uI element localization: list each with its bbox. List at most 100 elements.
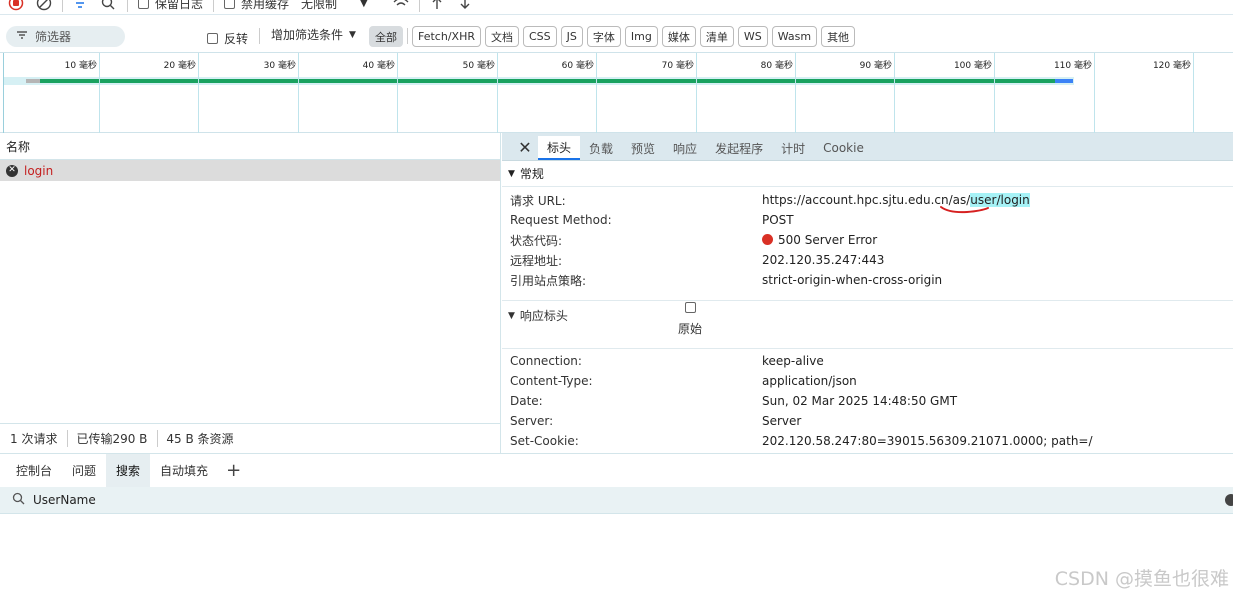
chevron-down-icon[interactable]: ▼ bbox=[360, 0, 368, 14]
response-headers-toggle[interactable]: ▼ 响应标头 bbox=[508, 307, 568, 324]
network-conditions-icon[interactable] bbox=[392, 0, 410, 14]
type-filter-other[interactable]: 其他 bbox=[821, 26, 856, 47]
request-details: ✕ 标头 负载 预览 响应 发起程序 计时 Cookie ▼ 常规 请求 URL… bbox=[502, 133, 1233, 453]
tab-cookies[interactable]: Cookie bbox=[814, 136, 873, 160]
request-method: POST bbox=[762, 213, 794, 227]
search-icon bbox=[12, 492, 25, 508]
clear-search-icon[interactable] bbox=[1225, 494, 1233, 506]
tab-initiator[interactable]: 发起程序 bbox=[706, 136, 772, 160]
tab-timing[interactable]: 计时 bbox=[772, 136, 814, 160]
search-bar: UserName bbox=[0, 487, 1233, 514]
filter-toggle-icon[interactable] bbox=[72, 0, 88, 14]
transferred-size: 已传输290 B bbox=[76, 430, 159, 447]
timeline-tick: 120 毫秒 bbox=[1152, 61, 1191, 71]
record-stop-icon[interactable] bbox=[8, 0, 24, 14]
timeline-tick: 90 毫秒 bbox=[859, 61, 892, 71]
tab-console[interactable]: 控制台 bbox=[6, 454, 62, 488]
timeline-tick: 100 毫秒 bbox=[953, 61, 992, 71]
timeline-tick: 70 毫秒 bbox=[661, 61, 694, 71]
request-list: 名称 ✕ login 1 次请求 已传输290 B 45 B 条资源 bbox=[0, 133, 501, 453]
header-row: Content-Type: application/json bbox=[510, 374, 857, 388]
tab-search[interactable]: 搜索 bbox=[106, 453, 151, 488]
header-row: Connection: keep-alive bbox=[510, 354, 824, 368]
timeline-tick: 110 毫秒 bbox=[1053, 61, 1092, 71]
general-section: 请求 URL: https://account.hpc.sjtu.edu.cn/… bbox=[502, 187, 1233, 301]
disable-cache-checkbox[interactable]: 禁用缓存 bbox=[224, 0, 289, 14]
search-icon[interactable] bbox=[100, 0, 116, 14]
request-row-login[interactable]: ✕ login bbox=[0, 160, 500, 181]
type-filter-fetch-xhr[interactable]: Fetch/XHR bbox=[412, 26, 481, 47]
type-filter-font[interactable]: 字体 bbox=[586, 26, 621, 47]
timeline-tick: 80 毫秒 bbox=[760, 61, 793, 71]
type-filter-doc[interactable]: 文档 bbox=[484, 26, 519, 47]
general-section-header[interactable]: ▼ 常规 bbox=[502, 161, 1233, 187]
throttle-select[interactable]: 无限制 bbox=[301, 0, 337, 14]
tab-payload[interactable]: 负载 bbox=[580, 136, 622, 160]
timeline-overview[interactable]: 10 毫秒 20 毫秒 30 毫秒 40 毫秒 50 毫秒 60 毫秒 70 毫… bbox=[0, 52, 1233, 133]
tab-preview[interactable]: 预览 bbox=[622, 136, 664, 160]
filter-icon bbox=[16, 29, 28, 44]
close-icon[interactable]: ✕ bbox=[512, 134, 538, 160]
type-filter-media[interactable]: 媒体 bbox=[661, 26, 696, 47]
referrer-policy: strict-origin-when-cross-origin bbox=[762, 273, 943, 287]
preserve-log-checkbox[interactable]: 保留日志 bbox=[138, 0, 203, 14]
tab-issues[interactable]: 问题 bbox=[62, 454, 106, 488]
network-summary: 1 次请求 已传输290 B 45 B 条资源 bbox=[0, 423, 500, 453]
filter-bar: 筛选器 反转 增加筛选条件 ▼ 全部 Fetch/XHR 文档 CSS JS 字… bbox=[0, 22, 1233, 50]
timeline-waiting-bar bbox=[26, 79, 40, 83]
filter-input[interactable]: 筛选器 bbox=[6, 26, 125, 47]
clear-icon[interactable] bbox=[36, 0, 52, 14]
timeline-tick: 60 毫秒 bbox=[561, 61, 594, 71]
filter-placeholder: 筛选器 bbox=[35, 30, 72, 44]
export-har-icon[interactable] bbox=[458, 0, 472, 14]
tab-headers[interactable]: 标头 bbox=[538, 136, 581, 160]
request-name: login bbox=[24, 163, 54, 178]
chevron-down-icon: ▼ bbox=[349, 29, 356, 40]
drawer-tabs: 控制台 问题 搜索 自动填充 + bbox=[0, 453, 1233, 488]
type-filter-manifest[interactable]: 清单 bbox=[699, 26, 734, 47]
header-row: Server: Server bbox=[510, 414, 802, 428]
add-tab-icon[interactable]: + bbox=[218, 460, 249, 481]
type-filter-css[interactable]: CSS bbox=[522, 26, 557, 47]
timeline-tick: 30 毫秒 bbox=[263, 61, 296, 71]
timeline-tick: 10 毫秒 bbox=[64, 61, 97, 71]
import-har-icon[interactable] bbox=[430, 0, 444, 14]
status-error-icon bbox=[762, 234, 773, 245]
header-row: 远程地址: 202.120.35.247:443 bbox=[510, 253, 885, 268]
raw-checkbox[interactable]: 原始 bbox=[678, 302, 702, 337]
remote-address: 202.120.35.247:443 bbox=[762, 253, 885, 267]
tab-response[interactable]: 响应 bbox=[664, 136, 706, 160]
timeline-tick: 20 毫秒 bbox=[163, 61, 196, 71]
header-row: 请求 URL: https://account.hpc.sjtu.edu.cn/… bbox=[510, 193, 1030, 208]
type-filter-wasm[interactable]: Wasm bbox=[771, 26, 818, 47]
response-headers-section: Connection: keep-alive Content-Type: app… bbox=[502, 349, 1233, 451]
header-row: Date: Sun, 02 Mar 2025 14:48:50 GMT bbox=[510, 394, 958, 408]
timeline-tick: 50 毫秒 bbox=[462, 61, 495, 71]
resource-type-filters: 全部 Fetch/XHR 文档 CSS JS 字体 Img 媒体 清单 WS W… bbox=[369, 26, 856, 47]
resources-size: 45 B 条资源 bbox=[166, 432, 234, 446]
network-toolbar: 保留日志 禁用缓存 无限制 ▼ bbox=[0, 0, 1233, 15]
header-row: 状态代码: 500 Server Error bbox=[510, 233, 878, 248]
add-filter-dropdown[interactable]: 增加筛选条件 ▼ bbox=[271, 26, 356, 43]
header-row: 引用站点策略: strict-origin-when-cross-origin bbox=[510, 273, 943, 288]
details-tabs: ✕ 标头 负载 预览 响应 发起程序 计时 Cookie bbox=[502, 133, 1233, 161]
type-filter-img[interactable]: Img bbox=[624, 26, 658, 47]
annotation-underline bbox=[940, 206, 989, 214]
search-input[interactable]: UserName bbox=[33, 493, 96, 507]
status-code: 500 Server Error bbox=[778, 233, 878, 247]
header-row: Set-Cookie: 202.120.58.247:80=39015.5630… bbox=[510, 434, 1093, 448]
request-count: 1 次请求 bbox=[10, 430, 69, 447]
timeline-tick: 40 毫秒 bbox=[362, 61, 395, 71]
name-column-header[interactable]: 名称 bbox=[0, 133, 500, 160]
type-filter-js[interactable]: JS bbox=[560, 26, 583, 47]
tab-autofill[interactable]: 自动填充 bbox=[150, 454, 218, 488]
timeline-download-bar bbox=[1055, 79, 1073, 83]
type-filter-ws[interactable]: WS bbox=[737, 26, 768, 47]
timeline-request-bar bbox=[40, 79, 1055, 83]
invert-checkbox[interactable]: 反转 bbox=[207, 30, 248, 47]
timeline-cursor bbox=[3, 53, 4, 133]
response-headers-section-header: ▼ 响应标头 原始 bbox=[502, 301, 1233, 349]
type-filter-all[interactable]: 全部 bbox=[369, 26, 403, 47]
watermark: CSDN @摸鱼也很难 bbox=[1054, 568, 1229, 590]
error-icon: ✕ bbox=[6, 164, 18, 177]
